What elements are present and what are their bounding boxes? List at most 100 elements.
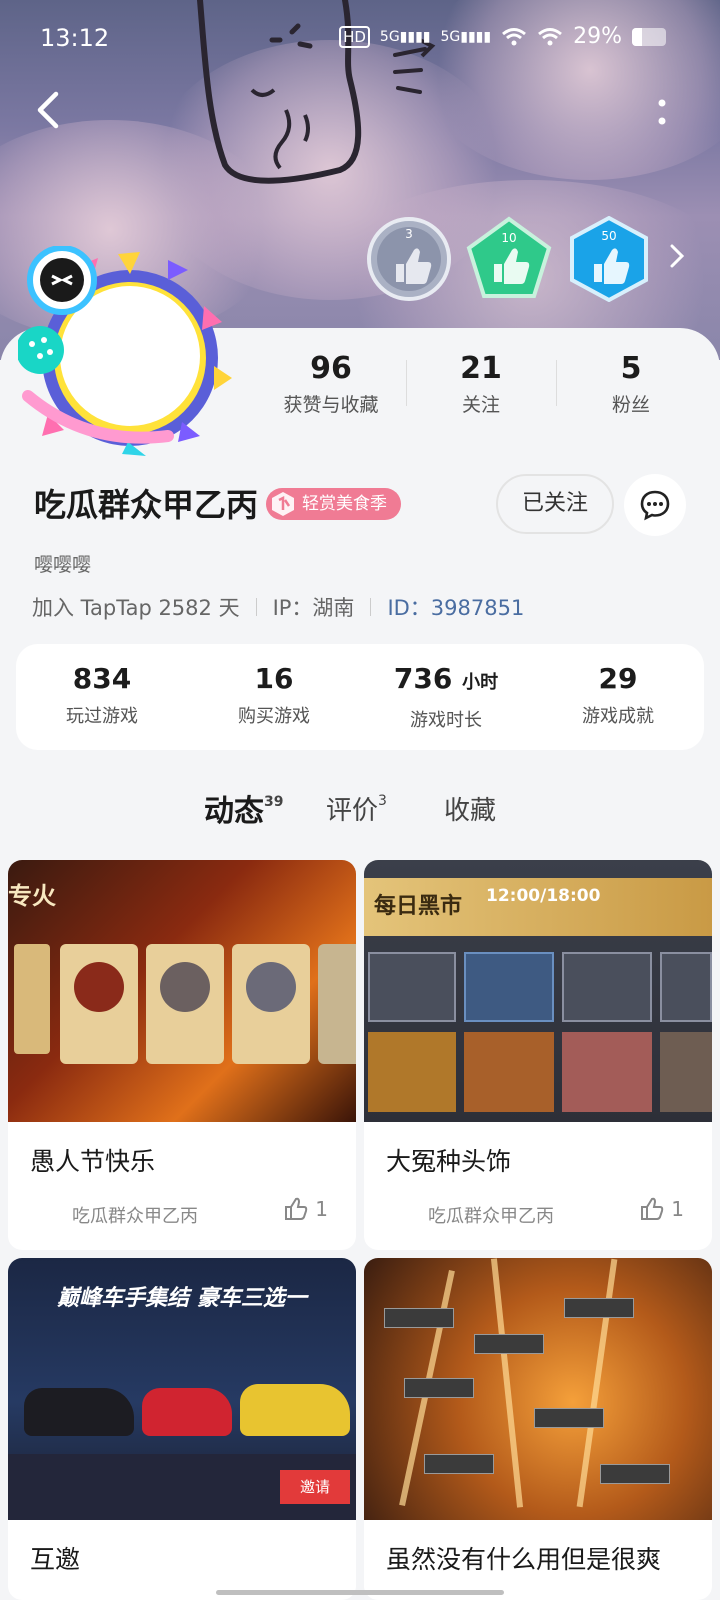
svg-text:10: 10 (501, 231, 516, 245)
bio-text: 嘤嘤嘤 (34, 554, 92, 576)
stat-label: 购买游戏 (238, 706, 310, 727)
thumb-car (24, 1388, 134, 1436)
achievement-badges: 3 10 50 (366, 216, 652, 302)
green-thumb-badge-icon[interactable]: 10 (466, 216, 552, 302)
post-title: 互邀 (30, 1545, 81, 1574)
chevron-right-icon[interactable] (666, 242, 688, 270)
svg-text:3: 3 (405, 227, 413, 241)
achievements-stat[interactable]: 29 游戏成就 (532, 644, 704, 750)
battery-icon (632, 27, 666, 46)
thumb-item-card (146, 944, 224, 1064)
tab-reviews[interactable]: 评价3 (326, 790, 387, 827)
status-bar: 13:12 HD 5G▮▮▮▮ 5G▮▮▮▮ 29% (0, 0, 720, 78)
tag-hexagon-icon (272, 492, 294, 516)
stat-value: 16 (254, 662, 294, 695)
count-value: 21 (460, 351, 502, 386)
thumb-item (660, 1032, 712, 1112)
following-count[interactable]: 21 关注 (406, 350, 556, 420)
thumb-item (464, 952, 554, 1022)
thumb-car (142, 1388, 232, 1436)
followers-count[interactable]: 5 粉丝 (556, 350, 706, 420)
bronze-thumb-badge-icon[interactable]: 3 (366, 216, 452, 302)
thumb-caption: 巅峰车手集结 豪车三选一 (57, 1286, 307, 1311)
tag-label: 轻赏美食季 (302, 494, 387, 514)
svg-text:50: 50 (601, 229, 616, 243)
avatar[interactable] (18, 246, 238, 458)
battery-percent: 29% (573, 24, 622, 49)
ip-location: IP：湖南 (272, 596, 355, 620)
wifi-icon (502, 27, 527, 45)
stat-label: 游戏时长 (410, 710, 482, 731)
post-author[interactable]: 吃瓜群众甲乙丙 (72, 1202, 198, 1228)
stat-label: 游戏成就 (582, 706, 654, 727)
thumb-car (240, 1384, 350, 1436)
social-counts: 96 获赞与收藏 21 关注 5 粉丝 (256, 350, 706, 420)
thumb-caption: 每日黑市 (374, 894, 463, 919)
stat-label: 玩过游戏 (66, 706, 138, 727)
thumb-item-card (60, 944, 138, 1064)
post-card[interactable]: 巅峰车手集结 豪车三选一 邀请 互邀 (8, 1258, 356, 1600)
post-thumbnail: 每日黑市 12:00/18:00 (364, 860, 712, 1122)
joined-days: 加入 TapTap 2582 天 (32, 596, 240, 620)
stat-value: 29 (598, 662, 638, 695)
played-games-stat[interactable]: 834 玩过游戏 (16, 644, 188, 750)
playtime-stat[interactable]: 736 小时 游戏时长 (360, 644, 532, 750)
post-author[interactable]: 吃瓜群众甲乙丙 (428, 1202, 554, 1228)
divider (255, 598, 257, 616)
thumb-time: 12:00/18:00 (486, 886, 601, 906)
thumb-item (562, 952, 652, 1022)
post-card[interactable]: 专火 愚人节快乐 吃瓜群众甲乙丙 1 (8, 860, 356, 1250)
thumb-item-card (232, 944, 310, 1064)
count-value: 5 (620, 351, 642, 386)
post-title: 大冤种头饰 (386, 1147, 512, 1176)
like-button[interactable]: 1 (639, 1196, 684, 1222)
likes-and-favorites-count[interactable]: 96 获赞与收藏 (256, 350, 406, 420)
thumbs-up-icon (285, 1197, 308, 1220)
post-thumbnail: 巅峰车手集结 豪车三选一 邀请 (8, 1258, 356, 1520)
thumb-item-card (318, 944, 356, 1064)
tab-favorites[interactable]: 收藏 (444, 790, 496, 827)
count-label: 关注 (461, 394, 500, 416)
count-label: 粉丝 (611, 394, 650, 416)
purchased-games-stat[interactable]: 16 购买游戏 (188, 644, 360, 750)
back-arrow-icon[interactable] (28, 88, 72, 132)
post-thumbnail (364, 1258, 712, 1520)
status-time: 13:12 (40, 24, 110, 52)
like-count: 1 (315, 1197, 328, 1221)
signal-icon-1: 5G▮▮▮▮ (379, 28, 431, 45)
event-tag-badge[interactable]: 轻赏美食季 (266, 488, 401, 520)
thumb-item (464, 1032, 554, 1112)
user-id[interactable]: ID：3987851 (387, 592, 524, 622)
post-thumbnail: 专火 (8, 860, 356, 1122)
post-title: 虽然没有什么用但是很爽 (386, 1545, 662, 1574)
post-title: 愚人节快乐 (30, 1147, 156, 1176)
thumb-item (562, 1032, 652, 1112)
thumb-item (368, 1032, 456, 1112)
like-button[interactable]: 1 (283, 1196, 328, 1222)
following-button[interactable]: 已关注 (496, 474, 614, 534)
stat-value: 834 (72, 662, 132, 695)
thumb-item (368, 952, 456, 1022)
message-button[interactable] (624, 474, 686, 536)
signal-icon-2: 5G▮▮▮▮ (440, 28, 492, 45)
home-indicator[interactable] (216, 1590, 504, 1595)
content-tabs: 动态39 评价3 收藏 (0, 790, 720, 840)
thumb-scroll (14, 944, 50, 1054)
thumb-invite-label: 邀请 (280, 1470, 350, 1504)
thumbs-up-icon (641, 1197, 664, 1220)
blue-thumb-badge-icon[interactable]: 50 (566, 216, 652, 302)
wifi-icon-2 (538, 27, 563, 45)
post-card[interactable]: 每日黑市 12:00/18:00 大冤种头饰 吃瓜群众甲乙丙 1 (364, 860, 712, 1250)
more-options-icon[interactable] (650, 92, 674, 132)
count-value: 96 (310, 351, 352, 386)
thumb-item (660, 952, 712, 1022)
like-count: 1 (671, 1197, 684, 1221)
stat-value: 736 小时 (393, 662, 499, 695)
tab-posts[interactable]: 动态39 (204, 786, 283, 832)
profile-meta: 加入 TapTap 2582 天 IP：湖南 ID：3987851 (32, 592, 524, 622)
hd-icon: HD (339, 25, 370, 48)
thumb-caption: 专火 (8, 882, 56, 910)
divider (370, 598, 372, 616)
post-card[interactable]: 虽然没有什么用但是很爽 (364, 1258, 712, 1600)
username: 吃瓜群众甲乙丙 (34, 486, 259, 524)
